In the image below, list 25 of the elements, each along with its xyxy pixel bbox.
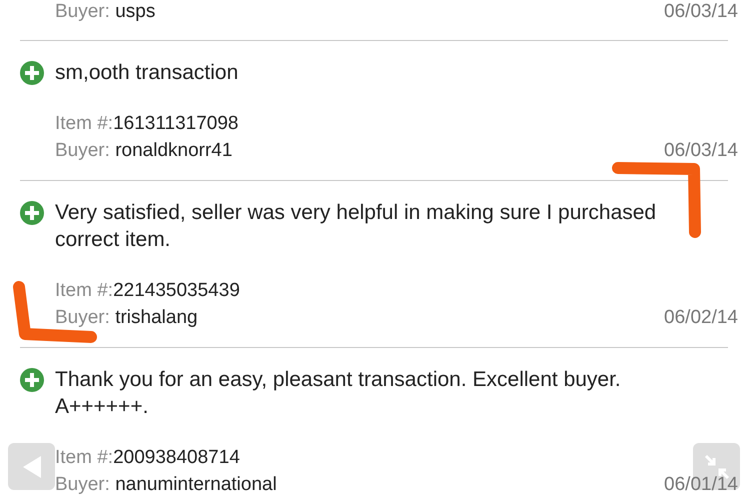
- buyer-label: Buyer:: [55, 0, 110, 24]
- buyer-label: Buyer:: [55, 139, 110, 163]
- feedback-comment: sm,ooth transaction: [55, 60, 240, 86]
- buyer-label: Buyer:: [55, 306, 110, 330]
- item-number: 161311317098: [113, 112, 238, 136]
- feedback-date: 06/03/14: [664, 0, 738, 24]
- feedback-date: 06/03/14: [664, 139, 738, 163]
- item-label: Item #:: [55, 446, 114, 470]
- feedback-comment: Very satisfied, seller was very helpful in making sure I purchased correct item.: [55, 200, 658, 253]
- feedback-date: 06/01/14: [664, 473, 738, 497]
- item-number: 221435035439: [113, 279, 240, 303]
- item-number: 200938408714: [113, 446, 240, 470]
- buyer-name: usps: [114, 0, 156, 24]
- buyer-label: Buyer:: [55, 473, 110, 497]
- buyer-name: ronaldknorr41: [114, 139, 232, 163]
- back-icon: [20, 454, 42, 478]
- buyer-name: nanuminternational: [114, 473, 277, 497]
- plus-icon: [20, 368, 44, 392]
- feedback-date: 06/02/14: [664, 306, 738, 330]
- item-label: Item #:: [55, 112, 114, 136]
- buyer-name: trishalang: [114, 306, 198, 330]
- plus-icon: [20, 201, 44, 225]
- plus-icon: [20, 61, 44, 85]
- item-label: Item #:: [55, 279, 114, 303]
- feedback-comment: Thank you for an easy, pleasant transaction. Excellent buyer. A++++++.: [55, 367, 622, 420]
